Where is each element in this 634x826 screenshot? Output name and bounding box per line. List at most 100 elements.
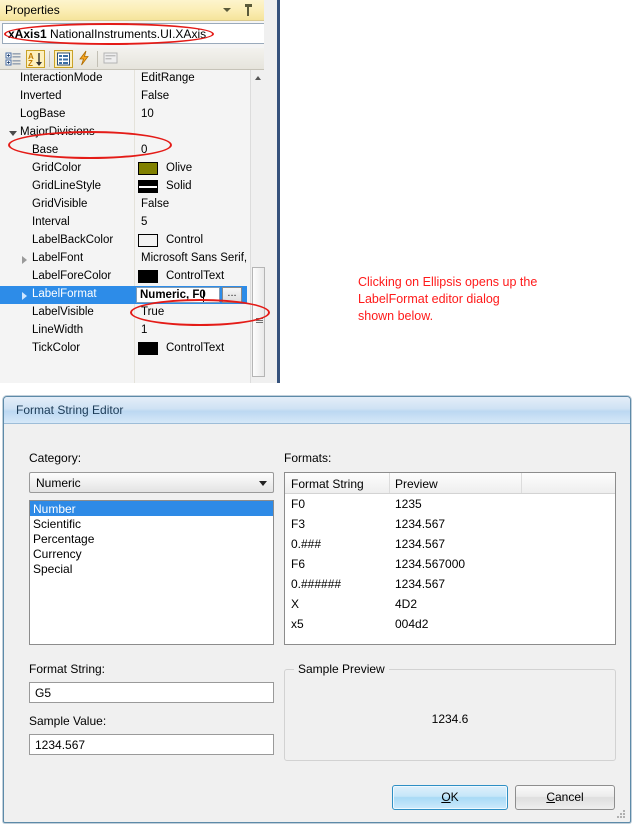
table-row[interactable]: LabelBackColor Control	[0, 232, 247, 250]
annotation-line-3: shown below.	[358, 309, 434, 323]
svg-text:Z: Z	[28, 59, 33, 67]
property-value: Control	[166, 234, 204, 246]
pin-icon[interactable]	[241, 2, 255, 18]
property-value: Olive	[166, 162, 193, 174]
table-row[interactable]: Inverted False	[0, 88, 247, 106]
property-name: InteractionMode	[20, 72, 103, 84]
cancel-button[interactable]: Cancel	[515, 785, 615, 810]
table-row[interactable]: TickColor ControlText	[0, 340, 247, 358]
color-swatch	[138, 270, 158, 283]
table-row[interactable]: InteractionMode EditRange	[0, 70, 247, 88]
property-name: Inverted	[20, 90, 62, 102]
property-value: ControlText	[166, 342, 225, 354]
dialog-body: Category: Numeric Number Scientific Perc…	[4, 424, 630, 822]
property-name: LabelFormat	[32, 288, 97, 300]
column-header-format-string: Format String	[291, 477, 364, 491]
property-value: False	[141, 198, 170, 210]
list-item[interactable]: Percentage	[30, 531, 273, 546]
properties-button[interactable]	[54, 50, 73, 68]
property-value: Solid	[166, 180, 192, 192]
preview-cell: 1234.567	[395, 517, 446, 531]
preview-cell: 1234.567	[395, 577, 446, 591]
category-combo-value: Numeric	[36, 476, 81, 490]
column-header-preview: Preview	[395, 477, 438, 491]
scrollbar-thumb[interactable]	[252, 267, 265, 377]
list-item[interactable]: Currency	[30, 546, 273, 561]
property-value: 10	[141, 108, 154, 120]
format-string-label: Format String:	[29, 662, 106, 676]
table-row[interactable]: GridLineStyle Solid	[0, 178, 247, 196]
property-name: GridColor	[32, 162, 82, 174]
chevron-down-icon[interactable]	[9, 131, 17, 136]
format-string-cell: x5	[291, 617, 304, 631]
ok-button[interactable]: OK	[392, 785, 508, 810]
property-value: 5	[141, 216, 148, 228]
table-row[interactable]: LabelForeColor ControlText	[0, 268, 247, 286]
dialog-title: Format String Editor	[16, 403, 124, 417]
list-item[interactable]: Scientific	[30, 516, 273, 531]
chevron-right-icon[interactable]	[22, 256, 27, 264]
category-combo[interactable]: Numeric	[29, 472, 274, 493]
resize-grip-icon[interactable]	[616, 809, 626, 819]
annotation-ellipse-labelformat	[130, 299, 270, 326]
format-string-input-value: G5	[35, 686, 52, 700]
table-row[interactable]: LogBase 10	[0, 106, 247, 124]
categorized-view-button[interactable]	[4, 50, 23, 68]
table-row[interactable]: 0.### 1234.567	[285, 535, 615, 555]
chevron-right-icon[interactable]	[22, 292, 27, 300]
preview-cell: 4D2	[395, 597, 418, 611]
panel-right-edge-inner	[264, 0, 277, 383]
format-string-cell: 0.###	[291, 537, 322, 551]
formats-label: Formats:	[284, 451, 332, 465]
chevron-down-icon[interactable]	[253, 474, 272, 491]
category-listbox[interactable]: Number Scientific Percentage Currency Sp…	[29, 500, 274, 645]
table-row[interactable]: F6 1234.567000	[285, 555, 615, 575]
table-row[interactable]: GridColor Olive	[0, 160, 247, 178]
color-swatch	[138, 162, 158, 175]
list-item[interactable]: Number	[30, 501, 273, 516]
page-title: Properties	[5, 3, 60, 17]
table-row[interactable]: Interval 5	[0, 214, 247, 232]
preview-cell: 004d2	[395, 617, 429, 631]
properties-scrollbar[interactable]	[250, 70, 266, 383]
annotation-ellipse-object-selector	[4, 23, 214, 45]
property-value: EditRange	[141, 72, 195, 84]
format-string-editor-dialog: Format String Editor Category: Numeric N…	[3, 396, 631, 823]
property-value: 1	[141, 324, 148, 336]
formats-grid[interactable]: Format String Preview F0 1235 F3 1234.567 …	[284, 472, 616, 645]
properties-titlebar: Properties	[0, 0, 280, 21]
annotation-line-1: Clicking on Ellipsis opens up the	[358, 275, 538, 289]
format-string-cell: 0.######	[291, 577, 342, 591]
table-row[interactable]: GridVisible False	[0, 196, 247, 214]
table-row[interactable]: LabelFont Microsoft Sans Serif, 8	[0, 250, 257, 268]
sample-value-input[interactable]: 1234.567	[29, 734, 274, 755]
property-name: GridVisible	[32, 198, 88, 210]
cancel-accel: C	[546, 790, 555, 804]
property-name: LineWidth	[32, 324, 84, 336]
annotation-line-2: LabelFormat editor dialog	[358, 292, 500, 306]
alphabetical-sort-button[interactable]: A Z	[26, 50, 45, 68]
preview-cell: 1234.567000	[395, 557, 466, 571]
property-name: TickColor	[32, 342, 81, 354]
events-button[interactable]	[76, 50, 95, 68]
table-row[interactable]: X 4D2	[285, 595, 615, 615]
table-row[interactable]: 0.###### 1234.567	[285, 575, 615, 595]
sample-preview-label: Sample Preview	[294, 662, 389, 676]
list-item[interactable]: Special	[30, 561, 273, 576]
property-name: LogBase	[20, 108, 66, 120]
property-value: ControlText	[166, 270, 225, 282]
properties-toolbar: A Z	[0, 48, 280, 70]
dropdown-menu-icon[interactable]	[220, 2, 234, 18]
property-name: LabelForeColor	[32, 270, 112, 282]
property-pages-button[interactable]	[102, 50, 121, 68]
format-string-cell: X	[291, 597, 300, 611]
format-string-input[interactable]: G5	[29, 682, 274, 703]
property-name: GridLineStyle	[32, 180, 102, 192]
table-row[interactable]: x5 004d2	[285, 615, 615, 635]
format-string-cell: F6	[291, 557, 306, 571]
table-row[interactable]: F3 1234.567	[285, 515, 615, 535]
annotation-ellipse-majordivisions	[8, 131, 172, 159]
scroll-up-button[interactable]	[251, 70, 266, 85]
table-row[interactable]: F0 1235	[285, 495, 615, 515]
property-name: LabelFont	[32, 252, 84, 264]
